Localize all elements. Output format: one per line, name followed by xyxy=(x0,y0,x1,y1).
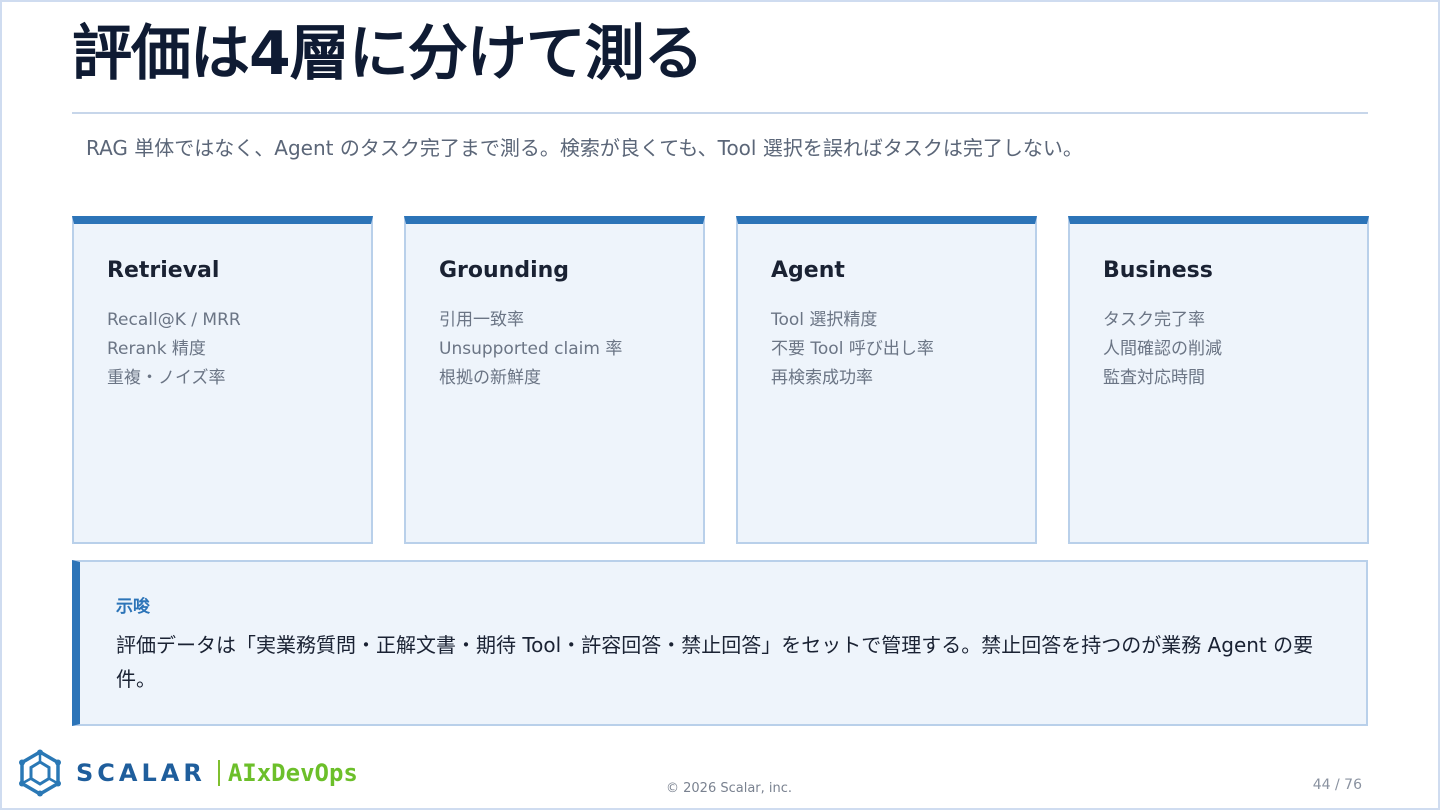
list-item: Tool 選択精度 xyxy=(771,310,878,330)
list-item: タスク完了率 xyxy=(1103,310,1205,330)
list-item: 重複・ノイズ率 xyxy=(107,368,226,388)
copyright: © 2026 Scalar, inc. xyxy=(666,781,793,796)
card-business: Business タスク完了率 人間確認の削減 監査対応時間 xyxy=(1068,216,1369,544)
card-item-list: Recall@K / MRR Rerank 精度 重複・ノイズ率 xyxy=(107,306,241,393)
card-retrieval: Retrieval Recall@K / MRR Rerank 精度 重複・ノイ… xyxy=(72,216,373,544)
list-item: 不要 Tool 呼び出し率 xyxy=(771,339,934,359)
page-subtitle: RAG 単体ではなく、Agent のタスク完了まで測る。検索が良くても、Tool… xyxy=(86,136,1083,160)
metric-cards: Retrieval Recall@K / MRR Rerank 精度 重複・ノイ… xyxy=(72,216,1369,544)
card-agent: Agent Tool 選択精度 不要 Tool 呼び出し率 再検索成功率 xyxy=(736,216,1037,544)
page-title: 評価は4層に分けて測る xyxy=(72,19,704,89)
card-title: Grounding xyxy=(439,258,570,283)
page-number: 44 / 76 xyxy=(1312,777,1362,793)
card-item-list: Tool 選択精度 不要 Tool 呼び出し率 再検索成功率 xyxy=(771,306,934,393)
card-grounding: Grounding 引用一致率 Unsupported claim 率 根拠の新… xyxy=(404,216,705,544)
card-title: Retrieval xyxy=(107,258,220,283)
list-item: Rerank 精度 xyxy=(107,339,206,359)
list-item: 根拠の新鮮度 xyxy=(439,368,541,388)
title-divider xyxy=(72,112,1368,114)
insight-text: 評価データは「実業務質問・正解文書・期待 Tool・許容回答・禁止回答」をセット… xyxy=(116,633,1314,691)
insight-callout: 示唆 評価データは「実業務質問・正解文書・期待 Tool・許容回答・禁止回答」を… xyxy=(72,560,1368,726)
card-title: Agent xyxy=(771,258,845,283)
list-item: 監査対応時間 xyxy=(1103,368,1205,388)
insight-label: 示唆 xyxy=(116,597,150,617)
card-title: Business xyxy=(1103,258,1213,283)
list-item: Unsupported claim 率 xyxy=(439,339,623,359)
scalar-hexagon-logo-icon xyxy=(19,749,61,797)
brand-name: SCALAR xyxy=(76,759,206,787)
brand-subname: AIxDevOps xyxy=(227,759,358,787)
brand-divider xyxy=(217,760,220,786)
list-item: Recall@K / MRR xyxy=(107,310,241,330)
list-item: 再検索成功率 xyxy=(771,368,873,388)
list-item: 引用一致率 xyxy=(439,310,524,330)
card-item-list: 引用一致率 Unsupported claim 率 根拠の新鮮度 xyxy=(439,306,622,393)
card-item-list: タスク完了率 人間確認の削減 監査対応時間 xyxy=(1103,306,1222,393)
list-item: 人間確認の削減 xyxy=(1103,339,1222,359)
footer-logo: SCALAR AIxDevOps xyxy=(16,746,358,800)
